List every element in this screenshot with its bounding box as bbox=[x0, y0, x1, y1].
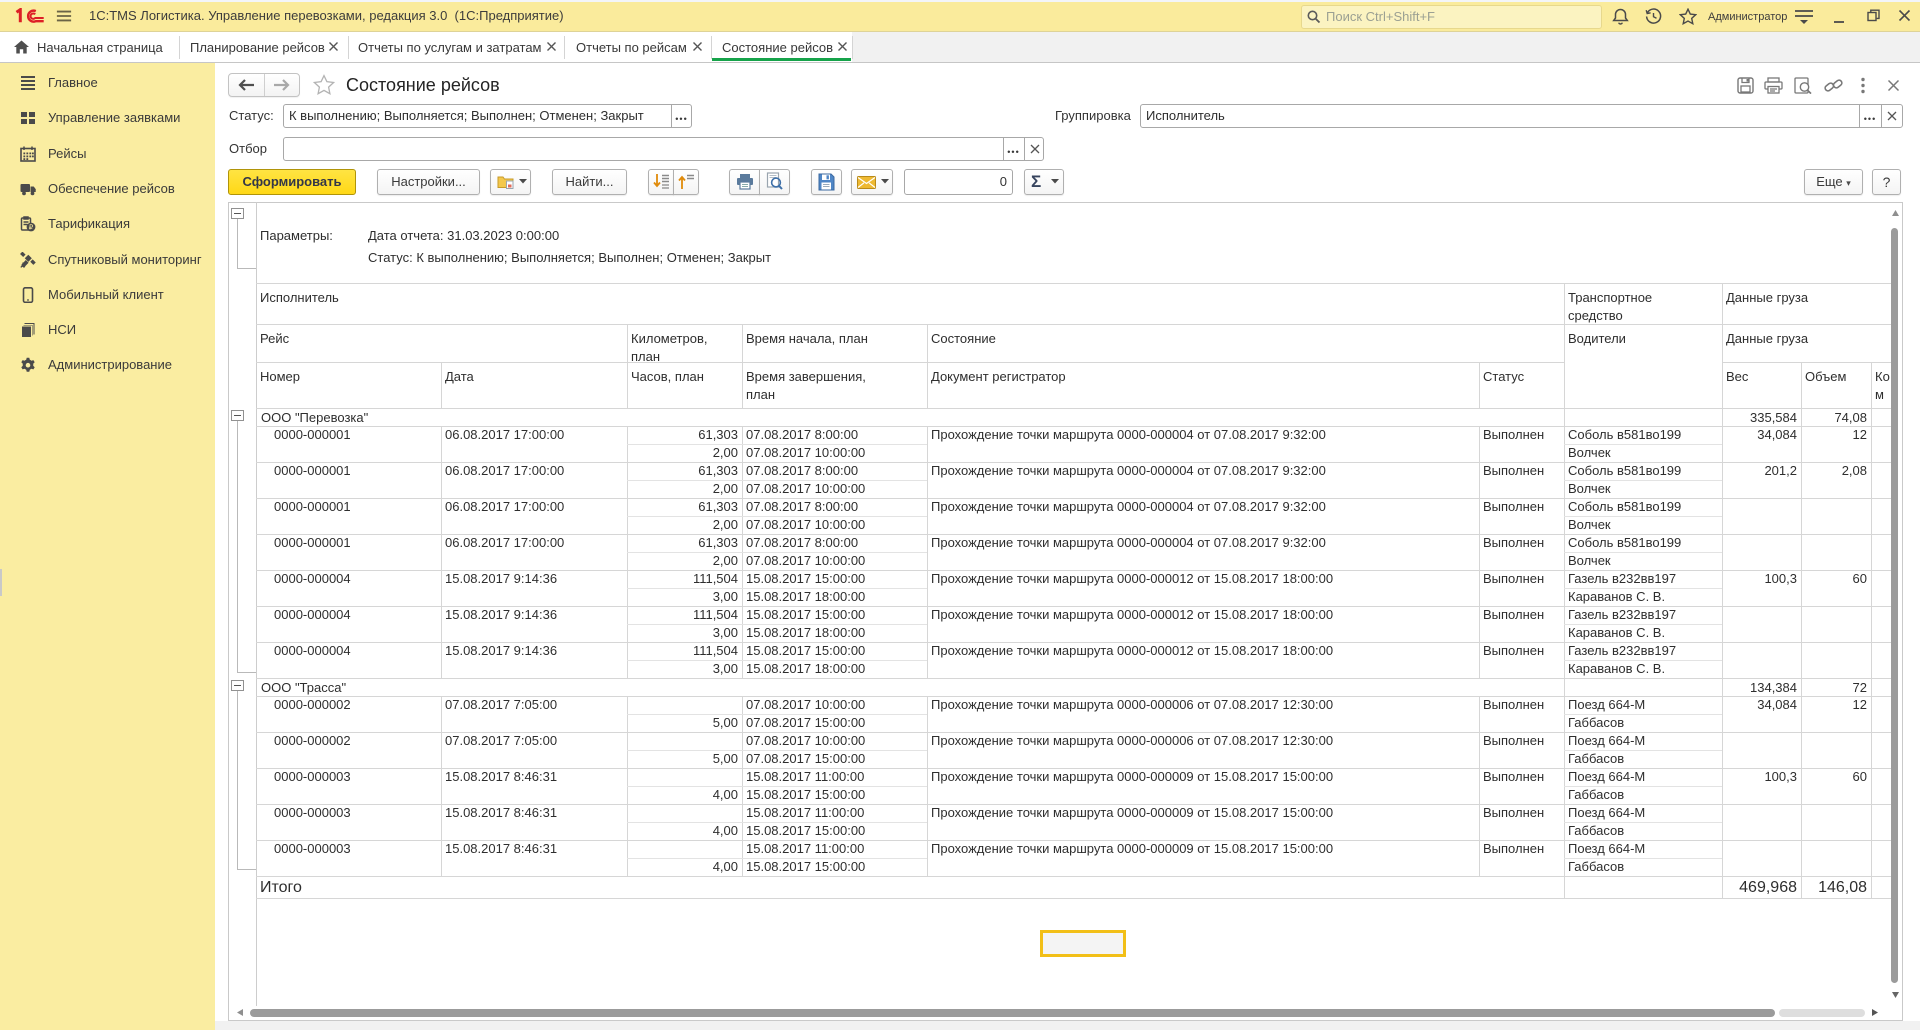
svg-text:₽: ₽ bbox=[29, 224, 34, 232]
